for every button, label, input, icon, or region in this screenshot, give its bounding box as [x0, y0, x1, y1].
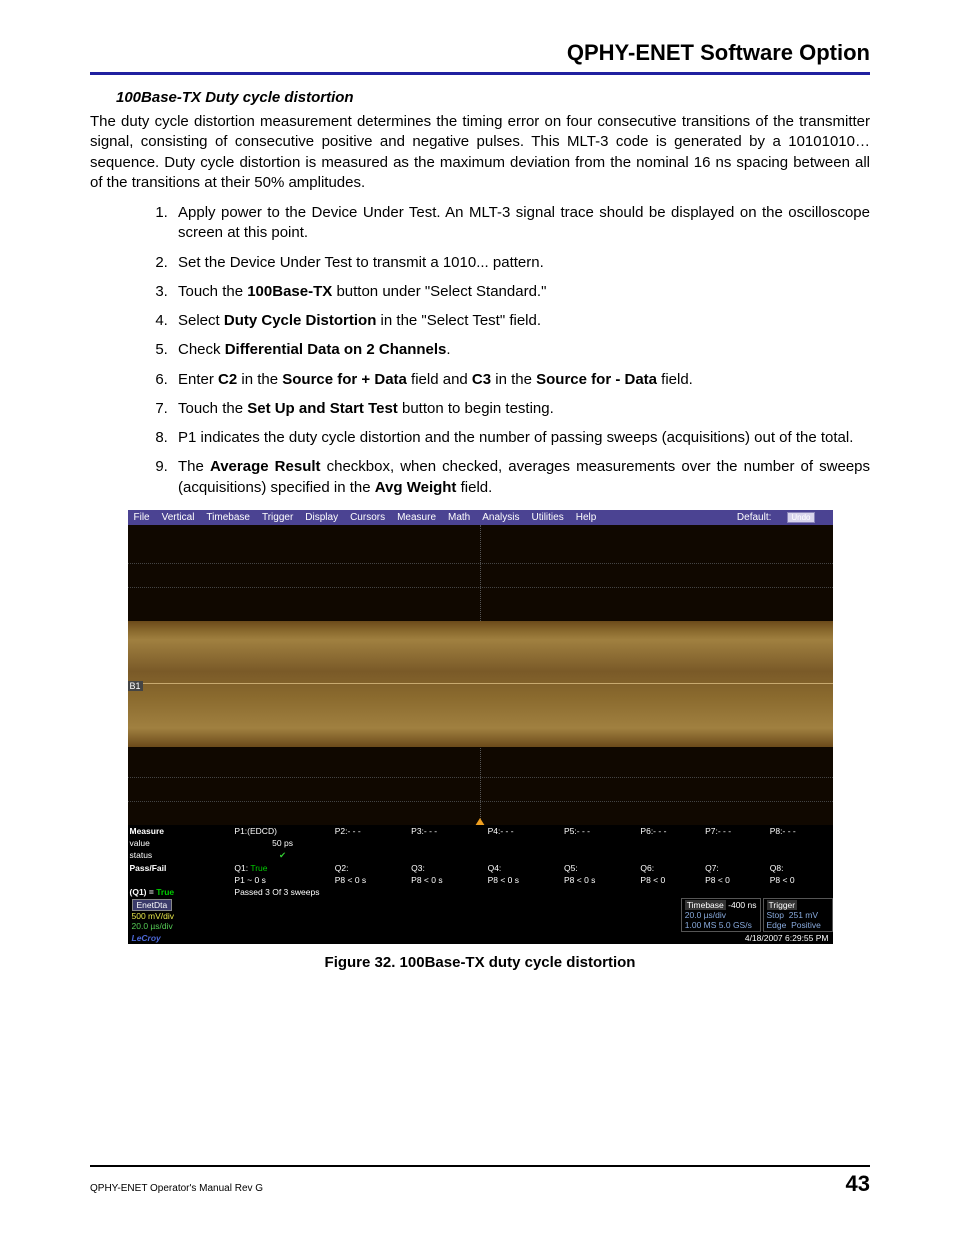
- measure-table: Measure P1:(EDCD) P2:- - - P3:- - - P4:-…: [128, 825, 833, 898]
- menu-display[interactable]: Display: [305, 512, 338, 523]
- enetdta-button[interactable]: EnetDta: [132, 899, 173, 911]
- step-3: Touch the 100Base-TX button under "Selec…: [172, 282, 870, 302]
- timestamp: 4/18/2007 6:29:55 PM: [745, 933, 829, 943]
- menu-trigger[interactable]: Trigger: [262, 512, 293, 523]
- menu-cursors[interactable]: Cursors: [350, 512, 385, 523]
- menu-analysis[interactable]: Analysis: [482, 512, 519, 523]
- page-header-title: QPHY-ENET Software Option: [90, 40, 870, 66]
- menu-measure[interactable]: Measure: [397, 512, 436, 523]
- default-label: Default:: [737, 512, 771, 523]
- menu-math[interactable]: Math: [448, 512, 470, 523]
- section-heading: 100Base-TX Duty cycle distortion: [116, 89, 870, 106]
- footer-doc-title: QPHY-ENET Operator's Manual Rev G: [90, 1183, 263, 1194]
- step-9: The Average Result checkbox, when checke…: [172, 457, 870, 498]
- trigger-panel: Trigger Stop 251 mV Edge Positive: [763, 898, 833, 932]
- scope-footer-panels: EnetDta 500 mV/div 20.0 µs/div Timebase …: [128, 898, 833, 932]
- step-5: Check Differential Data on 2 Channels.: [172, 340, 870, 360]
- step-2: Set the Device Under Test to transmit a …: [172, 253, 870, 273]
- eye-diagram-band: [128, 621, 833, 747]
- page-footer: QPHY-ENET Operator's Manual Rev G 43: [90, 1165, 870, 1197]
- figure-caption: Figure 32. 100Base-TX duty cycle distort…: [90, 954, 870, 971]
- step-8: P1 indicates the duty cycle distortion a…: [172, 428, 870, 448]
- page-number: 43: [846, 1171, 870, 1197]
- waveform-area: B1: [128, 525, 833, 825]
- header-rule: [90, 72, 870, 75]
- trigger-marker-icon: [475, 818, 485, 825]
- timebase-panel: Timebase -400 ns 20.0 µs/div 1.00 MS 5.0…: [681, 898, 761, 932]
- step-7: Touch the Set Up and Start Test button t…: [172, 399, 870, 419]
- trace-b1-label: B1: [128, 681, 143, 691]
- menu-file[interactable]: File: [134, 512, 150, 523]
- menu-vertical[interactable]: Vertical: [162, 512, 195, 523]
- undo-button[interactable]: Undo: [787, 512, 814, 523]
- lecroy-logo: LeCroy: [132, 933, 161, 943]
- step-4: Select Duty Cycle Distortion in the "Sel…: [172, 311, 870, 331]
- menu-timebase[interactable]: Timebase: [206, 512, 250, 523]
- oscilloscope-screenshot: File Vertical Timebase Trigger Display C…: [128, 510, 833, 944]
- ordered-steps: Apply power to the Device Under Test. An…: [90, 203, 870, 498]
- step-1: Apply power to the Device Under Test. An…: [172, 203, 870, 244]
- menu-help[interactable]: Help: [576, 512, 597, 523]
- menu-utilities[interactable]: Utilities: [531, 512, 563, 523]
- intro-paragraph: The duty cycle distortion measurement de…: [90, 112, 870, 193]
- step-6: Enter C2 in the Source for + Data field …: [172, 370, 870, 390]
- scope-menu-bar: File Vertical Timebase Trigger Display C…: [128, 510, 833, 525]
